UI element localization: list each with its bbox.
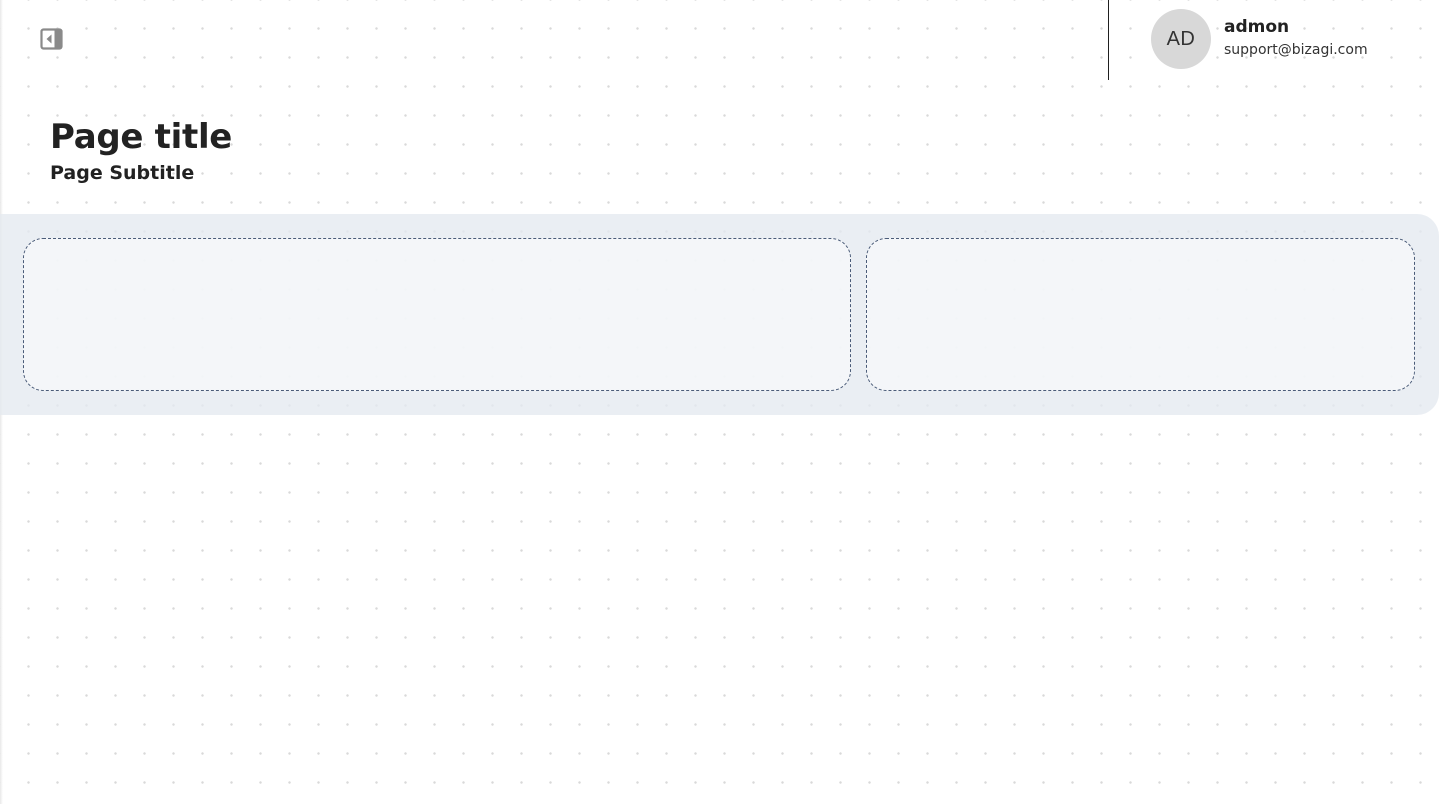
page-title: Page title [50, 117, 233, 157]
page-subtitle: Page Subtitle [50, 162, 195, 184]
collapse-sidebar-icon[interactable] [40, 28, 64, 50]
user-profile[interactable]: AD admon support@bizagi.com [1151, 9, 1368, 69]
drop-zone-left[interactable] [23, 238, 851, 391]
avatar[interactable]: AD [1151, 9, 1211, 69]
user-name: admon [1224, 17, 1290, 37]
user-info: admon support@bizagi.com [1224, 16, 1368, 60]
drop-zone-right[interactable] [866, 238, 1415, 391]
user-email: support@bizagi.com [1224, 42, 1368, 58]
avatar-initials: AD [1166, 27, 1196, 50]
header-divider [1108, 0, 1109, 80]
